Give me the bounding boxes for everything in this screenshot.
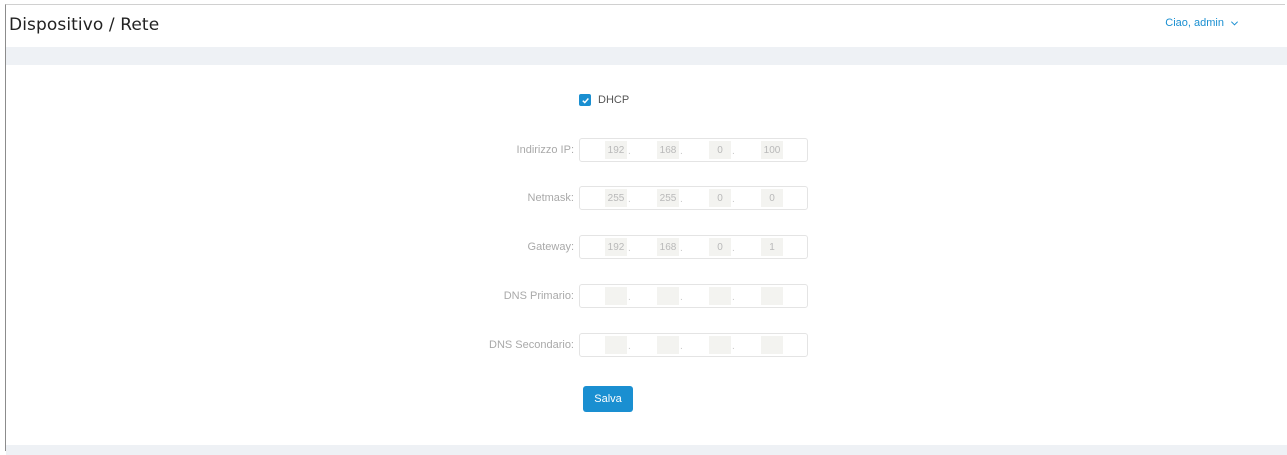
- network-settings-panel: DHCP Indirizzo IP: 192 . 168 . 0 . 100 N…: [6, 65, 1287, 445]
- dns-primary-octet-3[interactable]: [709, 287, 731, 305]
- user-greeting: Ciao, admin: [1165, 17, 1224, 29]
- gateway-label: Gateway:: [527, 241, 574, 253]
- octet-separator: .: [628, 341, 631, 352]
- dns-primary-row: DNS Primario: . . .: [6, 284, 1287, 310]
- netmask-row: Netmask: 255 . 255 . 0 . 0: [6, 186, 1287, 212]
- ip-address-label: Indirizzo IP:: [516, 144, 574, 156]
- octet-separator: .: [732, 243, 735, 254]
- dns-secondary-row: DNS Secondario: . . .: [6, 333, 1287, 359]
- dns-secondary-label: DNS Secondario:: [489, 339, 574, 351]
- gateway-octet-1[interactable]: 192: [605, 238, 627, 256]
- dns-primary-field: . . .: [579, 284, 808, 308]
- octet-separator: .: [628, 146, 631, 157]
- dhcp-checkbox[interactable]: [579, 94, 591, 106]
- dhcp-label: DHCP: [598, 94, 630, 106]
- ip-octet-2[interactable]: 168: [657, 141, 679, 159]
- gateway-row: Gateway: 192 . 168 . 0 . 1: [6, 235, 1287, 261]
- octet-separator: .: [732, 194, 735, 205]
- octet-separator: .: [680, 243, 683, 254]
- dns-primary-octet-2[interactable]: [657, 287, 679, 305]
- octet-separator: .: [680, 194, 683, 205]
- ip-octet-4[interactable]: 100: [761, 141, 783, 159]
- dns-primary-label: DNS Primario:: [503, 290, 574, 302]
- dns-primary-octet-4[interactable]: [761, 287, 783, 305]
- gateway-octet-3[interactable]: 0: [709, 238, 731, 256]
- app-frame: Dispositivo / Rete Ciao, admin DHCP Indi…: [5, 4, 1287, 455]
- ip-octet-1[interactable]: 192: [605, 141, 627, 159]
- netmask-octet-1[interactable]: 255: [605, 189, 627, 207]
- dns-secondary-octet-3[interactable]: [709, 336, 731, 354]
- dhcp-option: DHCP: [579, 94, 629, 106]
- page-title: Dispositivo / Rete: [9, 15, 160, 35]
- octet-separator: .: [680, 146, 683, 157]
- dns-secondary-octet-1[interactable]: [605, 336, 627, 354]
- dns-secondary-octet-4[interactable]: [761, 336, 783, 354]
- dns-secondary-octet-2[interactable]: [657, 336, 679, 354]
- octet-separator: .: [680, 292, 683, 303]
- gateway-octet-2[interactable]: 168: [657, 238, 679, 256]
- top-divider-band: [6, 47, 1287, 65]
- octet-separator: .: [628, 292, 631, 303]
- octet-separator: .: [732, 146, 735, 157]
- octet-separator: .: [732, 341, 735, 352]
- netmask-octet-4[interactable]: 0: [761, 189, 783, 207]
- octet-separator: .: [628, 194, 631, 205]
- dns-primary-octet-1[interactable]: [605, 287, 627, 305]
- ip-address-field: 192 . 168 . 0 . 100: [579, 138, 808, 162]
- netmask-label: Netmask:: [527, 192, 574, 204]
- gateway-octet-4[interactable]: 1: [761, 238, 783, 256]
- user-menu[interactable]: Ciao, admin: [1165, 17, 1239, 29]
- netmask-octet-3[interactable]: 0: [709, 189, 731, 207]
- chevron-down-icon: [1230, 20, 1239, 26]
- octet-separator: .: [628, 243, 631, 254]
- gateway-field: 192 . 168 . 0 . 1: [579, 235, 808, 259]
- octet-separator: .: [732, 292, 735, 303]
- ip-address-row: Indirizzo IP: 192 . 168 . 0 . 100: [6, 138, 1287, 164]
- save-button[interactable]: Salva: [583, 386, 633, 412]
- header-bar: Dispositivo / Rete Ciao, admin: [6, 5, 1287, 47]
- netmask-octet-2[interactable]: 255: [657, 189, 679, 207]
- check-icon: [581, 97, 589, 104]
- ip-octet-3[interactable]: 0: [709, 141, 731, 159]
- netmask-field: 255 . 255 . 0 . 0: [579, 186, 808, 210]
- octet-separator: .: [680, 341, 683, 352]
- dns-secondary-field: . . .: [579, 333, 808, 357]
